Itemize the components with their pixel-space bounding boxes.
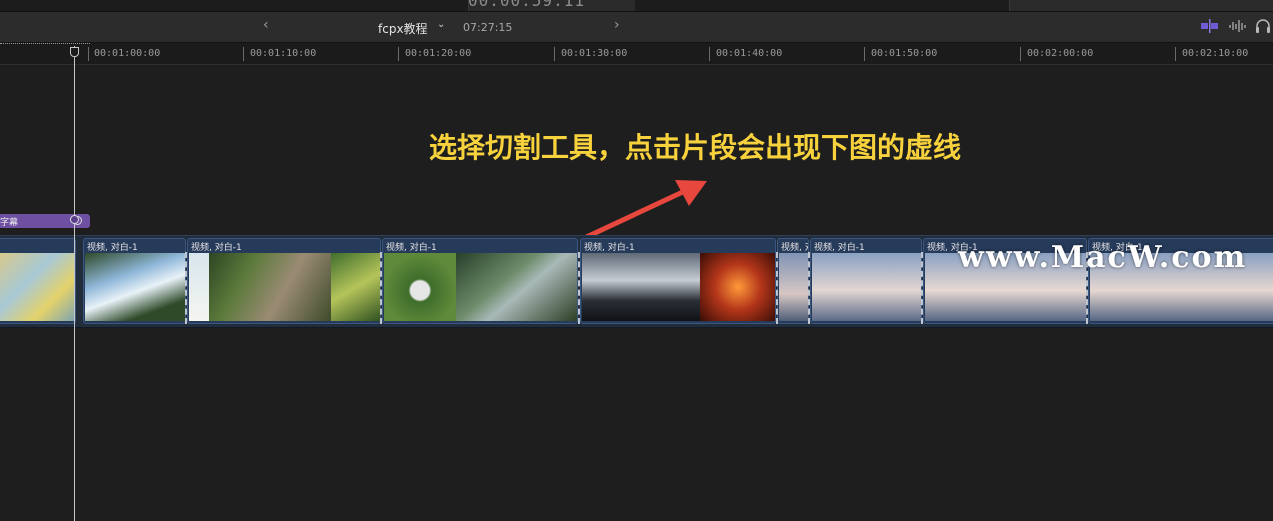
viewer-toolbar-segment	[88, 0, 469, 11]
ruler-tick-label: 00:01:40:00	[716, 48, 783, 59]
ruler-tick	[709, 47, 710, 61]
project-duration: 07:27:15	[463, 21, 513, 34]
history-back-button[interactable]: ‹	[263, 17, 269, 33]
ruler-tick	[554, 47, 555, 61]
viewer-toolbar-segment	[635, 0, 1010, 11]
blade-cut-guide	[578, 252, 580, 324]
clip-filmstrip	[384, 253, 577, 321]
video-clip[interactable]: 视频, 对白-1	[382, 238, 578, 324]
clip-filmstrip	[189, 253, 380, 321]
clip-label: 视频, 对白-1	[386, 243, 437, 253]
project-name[interactable]: fcpx教程	[378, 20, 428, 37]
ruler-tick-label: 00:01:30:00	[561, 48, 628, 59]
timeline-ruler[interactable]: 00:01:00:00 00:01:10:00 00:01:20:00 00:0…	[0, 43, 1273, 65]
ruler-tick-label: 00:01:20:00	[405, 48, 472, 59]
clip-filmstrip	[85, 253, 185, 321]
clip-filmstrip	[0, 253, 75, 321]
blade-cut-guide	[185, 252, 187, 324]
history-forward-button[interactable]: ›	[614, 17, 620, 33]
clip-label: 视频, 对白-1	[87, 243, 138, 253]
title-clip-label: 字幕	[0, 218, 19, 228]
video-clip[interactable]: 视频, 对白-1	[810, 238, 922, 324]
ruler-tick	[1020, 47, 1021, 61]
playhead-handle[interactable]	[70, 47, 79, 57]
video-clip[interactable]: 视频, 对...	[777, 238, 809, 324]
ruler-tick-label: 00:01:10:00	[250, 48, 317, 59]
ruler-range-indicator	[0, 43, 90, 46]
viewer-toolbar-segment	[0, 0, 89, 11]
blade-cut-guide	[776, 252, 778, 324]
clip-appearance-icon[interactable]	[1200, 18, 1218, 34]
clip-filmstrip	[582, 253, 775, 321]
clip-label: 视频, 对白-1	[191, 243, 242, 253]
video-clip[interactable]: 视频, 对白-1	[187, 238, 381, 324]
clip-label: 视频, 对...	[781, 243, 808, 253]
tutorial-annotation: 选择切割工具，点击片段会出现下图的虚线	[429, 131, 962, 164]
audio-waveform-icon[interactable]	[1228, 18, 1246, 34]
ruler-tick-label: 00:01:00:00	[94, 48, 161, 59]
clip-filmstrip	[779, 253, 808, 321]
clip-label: 视频, 对白-1	[814, 243, 865, 253]
watermark: www.MacW.com	[958, 240, 1248, 275]
ruler-tick	[398, 47, 399, 61]
headphones-icon[interactable]	[1254, 18, 1272, 34]
blade-cut-guide	[380, 252, 382, 324]
ruler-tick	[243, 47, 244, 61]
clip-label: 视频, 对白-1	[584, 243, 635, 253]
ruler-tick-label: 00:02:00:00	[1027, 48, 1094, 59]
timeline-header: ‹ fcpx教程 ⌄ 07:27:15 ›	[0, 12, 1273, 43]
clip-filmstrip	[812, 253, 921, 321]
project-menu-chevron-down-icon[interactable]: ⌄	[437, 19, 445, 30]
video-clip[interactable]	[0, 238, 76, 324]
video-clip[interactable]: 视频, 对白-1	[580, 238, 776, 324]
ruler-tick	[88, 47, 89, 61]
video-clip[interactable]: 视频, 对白-1	[83, 238, 186, 324]
title-connection-knob	[70, 215, 79, 224]
ruler-tick	[864, 47, 865, 61]
playhead[interactable]	[74, 46, 75, 521]
viewer-toolbar: 00:00:59:11	[0, 0, 1273, 12]
blade-cut-guide	[808, 252, 810, 324]
blade-cut-guide	[921, 252, 923, 324]
ruler-tick	[1175, 47, 1176, 61]
timecode-display: 00:00:59:11	[468, 0, 585, 10]
ruler-tick-label: 00:01:50:00	[871, 48, 938, 59]
ruler-tick-label: 00:02:10:00	[1182, 48, 1249, 59]
